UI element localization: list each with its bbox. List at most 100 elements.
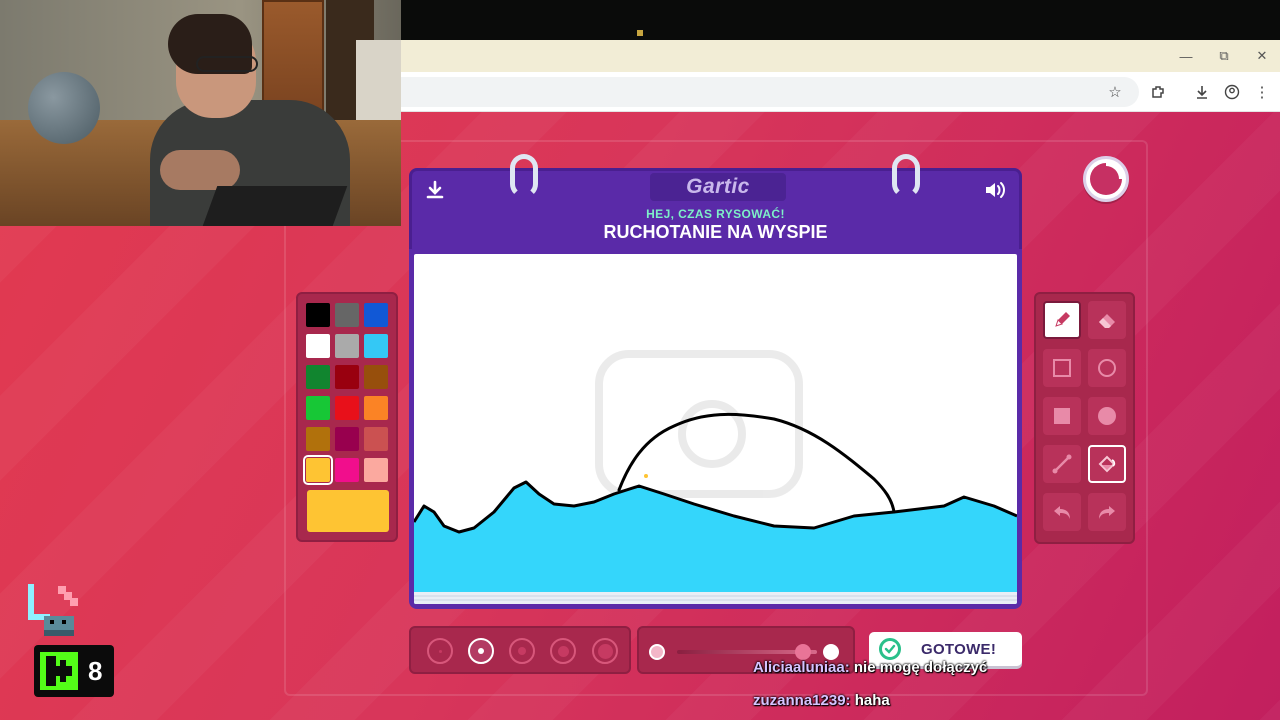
color-swatch[interactable] (364, 303, 388, 327)
address-bar[interactable] (401, 77, 1139, 107)
color-swatch[interactable] (303, 455, 333, 485)
webcam-person-arm (160, 150, 240, 190)
done-label: GOTOWE! (921, 640, 997, 658)
pencil-tool[interactable] (1043, 301, 1081, 339)
pixel-mascot-icon (24, 580, 90, 640)
pencil-icon (1055, 312, 1070, 327)
color-swatch[interactable] (364, 365, 388, 389)
opacity-min-icon (649, 644, 665, 660)
brush-size-5[interactable] (592, 638, 618, 664)
drawing-canvas-frame (409, 249, 1022, 609)
kick-logo-icon (40, 652, 78, 690)
brush-size-4[interactable] (550, 638, 576, 664)
webcam-glasses (196, 56, 258, 72)
undo-tool[interactable] (1043, 493, 1081, 531)
bookmark-star-icon[interactable]: ☆ (1103, 80, 1127, 104)
redo-icon (1099, 506, 1115, 519)
viewer-count: 8 (88, 655, 103, 686)
color-swatch[interactable] (364, 396, 388, 420)
brush-size-1[interactable] (427, 638, 453, 664)
sound-icon[interactable] (982, 177, 1008, 203)
redo-tool[interactable] (1088, 493, 1126, 531)
current-color-preview (307, 490, 389, 532)
browser-tab-strip: — ⧉ ✕ (401, 40, 1280, 72)
circle-filled-icon (1098, 407, 1116, 425)
drawing-layer (414, 350, 1017, 604)
color-swatch[interactable] (306, 396, 330, 420)
brush-dot (557, 645, 569, 657)
prompt-title: RUCHOTANIE NA WYSPIE (603, 222, 828, 242)
notebook-ring-right (892, 154, 920, 198)
notebook-ring-left (510, 154, 538, 198)
timer-icon (1083, 156, 1129, 202)
close-window-icon[interactable]: ✕ (1243, 40, 1280, 72)
chat-username: Aliciaaluniaa: (753, 659, 850, 676)
circle-outline-tool[interactable] (1088, 349, 1126, 387)
gartic-phone-watermark-icon (595, 350, 803, 498)
browser-menu-icon[interactable]: ⋮ (1250, 80, 1274, 104)
downloads-icon[interactable] (1190, 80, 1214, 104)
gartic-logo: Gartic (650, 173, 786, 201)
undo-icon (1054, 506, 1070, 519)
brush-size-bar (409, 626, 631, 674)
viewer-badge: 8 (34, 645, 114, 697)
line-tool[interactable] (1043, 445, 1081, 483)
chat-message: zuzanna1239: haha (753, 692, 890, 709)
color-swatch[interactable] (335, 334, 359, 358)
browser-toolbar: ☆ ⋮ (401, 72, 1280, 112)
chat-text: haha (854, 692, 890, 709)
webcam-exercise-ball (28, 72, 100, 144)
status-dot (637, 30, 643, 36)
color-swatch[interactable] (306, 334, 330, 358)
brush-size-2[interactable] (468, 638, 494, 664)
restore-icon[interactable]: ⧉ (1205, 40, 1243, 72)
color-swatch[interactable] (364, 458, 388, 482)
color-swatch[interactable] (335, 303, 359, 327)
eraser-icon (1099, 314, 1115, 328)
color-palette (296, 292, 398, 542)
profile-icon[interactable] (1220, 80, 1244, 104)
brush-dot (518, 647, 526, 655)
color-swatch[interactable] (335, 365, 359, 389)
brush-dot (478, 648, 484, 654)
color-swatch[interactable] (335, 458, 359, 482)
chat-text: nie mogę dołączyć (853, 659, 988, 676)
color-swatch[interactable] (335, 427, 359, 451)
minimize-icon[interactable]: — (1167, 40, 1205, 72)
window-top-strip (401, 0, 1280, 40)
color-swatch[interactable] (306, 365, 330, 389)
brush-size-3[interactable] (509, 638, 535, 664)
yellow-dot (644, 474, 648, 478)
chat-username: zuzanna1239: (753, 692, 851, 709)
rectangle-filled-tool[interactable] (1043, 397, 1081, 435)
webcam-drawing-tablet (202, 186, 348, 226)
brush-dot (597, 643, 613, 659)
rectangle-filled-icon (1054, 408, 1070, 424)
color-swatch[interactable] (364, 427, 388, 451)
game-header: Gartic HEJ, CZAS RYSOWAĆ! RUCHOTANIE NA … (409, 168, 1022, 252)
line-icon (1052, 454, 1072, 474)
color-swatch[interactable] (364, 334, 388, 358)
circle-outline-icon (1098, 359, 1116, 377)
opacity-handle[interactable] (795, 644, 811, 660)
tool-panel (1034, 292, 1135, 544)
color-swatch[interactable] (335, 396, 359, 420)
fill-bucket-icon (1098, 455, 1116, 473)
fill-bucket-tool[interactable] (1088, 445, 1126, 483)
download-icon[interactable] (422, 177, 448, 203)
check-icon (879, 638, 901, 660)
opacity-max-icon (823, 644, 839, 660)
extensions-icon[interactable] (1146, 80, 1170, 104)
eraser-tool[interactable] (1088, 301, 1126, 339)
rectangle-outline-tool[interactable] (1043, 349, 1081, 387)
chat-message: Aliciaaluniaa: nie mogę dołączyć (753, 659, 987, 676)
circle-filled-tool[interactable] (1088, 397, 1126, 435)
color-swatch[interactable] (306, 427, 330, 451)
game-subtitle: HEJ, CZAS RYSOWAĆ! (646, 207, 785, 221)
timer-progress (1090, 163, 1122, 195)
drawing-canvas[interactable] (414, 254, 1017, 604)
webcam-overlay (0, 0, 401, 226)
brush-dot (438, 649, 442, 653)
color-swatch[interactable] (306, 303, 330, 327)
rectangle-outline-icon (1053, 359, 1071, 377)
